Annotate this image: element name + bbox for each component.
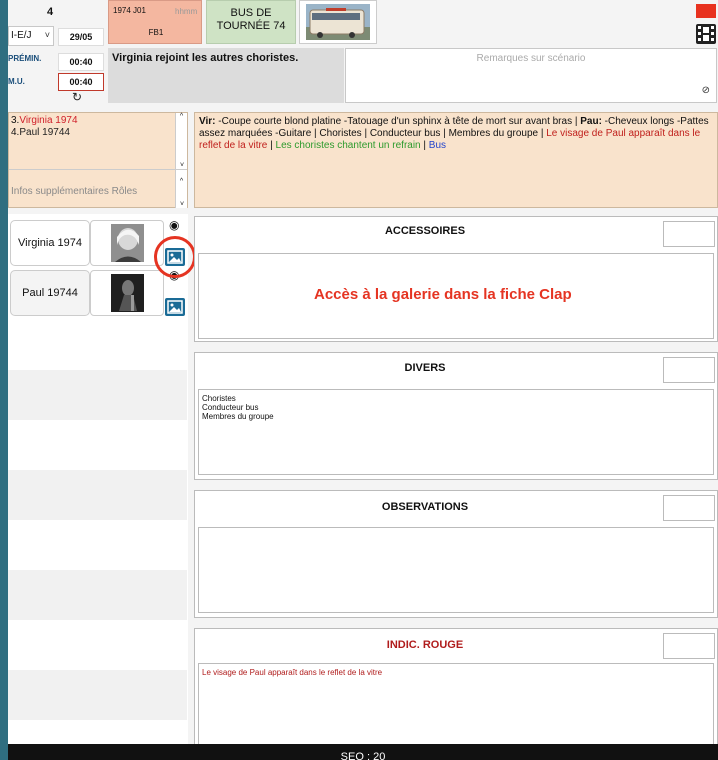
section-counter[interactable] — [663, 495, 715, 521]
description-segment: Vir: — [199, 116, 216, 127]
roles-scrollbar[interactable]: ^ ˅ — [175, 113, 187, 169]
sequence-code: 1974 J01 — [113, 6, 146, 15]
extra-roles-placeholder[interactable]: Infos supplémentaires Rôles — [11, 186, 137, 197]
highlight-circle — [154, 236, 196, 278]
description-segment: Pau: — [580, 116, 602, 127]
divider — [9, 169, 187, 170]
cast-photo-virginia[interactable] — [90, 220, 164, 266]
premin-field[interactable]: 00:40 — [58, 53, 104, 71]
roles-description-text: Vir: -Coupe courte blond platine -Tatoua… — [199, 116, 709, 151]
section-counter[interactable] — [663, 221, 715, 247]
indic-line: Le visage de Paul apparaît dans le refle… — [202, 668, 383, 677]
scroll-up-icon[interactable]: ^ — [176, 113, 187, 120]
mu-field[interactable]: 00:40 — [58, 73, 104, 91]
section-divers: DIVERS Choristes Conducteur bus Membres … — [194, 352, 718, 480]
remarks-placeholder: Remarques sur scénario — [476, 53, 586, 64]
divers-line: Conducteur bus — [202, 403, 259, 412]
section-counter[interactable] — [663, 633, 715, 659]
sequence-label: SEQ : 20 — [340, 751, 386, 760]
annotation-label: Accès à la galerie dans la fiche Clap — [314, 286, 572, 303]
roles-list[interactable]: 3.Virginia 1974 4.Paul 19744 ^ ˅ Infos s… — [8, 112, 188, 208]
section-observations: OBSERVATIONS — [194, 490, 718, 618]
description-segment: Les choristes chantent un refrain — [275, 140, 421, 151]
role-name: Paul 19744 — [19, 127, 70, 138]
durations-block: PRÉMIN. 00:40 M.U. 00:40 ↻ — [8, 48, 108, 108]
red-flag-icon[interactable] — [696, 4, 716, 18]
section-content[interactable]: Choristes Conducteur bus Membres du grou… — [198, 389, 714, 475]
scene-number: 4 — [46, 6, 54, 18]
scene-block: 4 I-E/J ˅ 29/05 — [8, 0, 108, 48]
sequence-block[interactable]: 1974 J01 hhmm FB1 — [108, 0, 202, 44]
interior-exterior-value: I-E/J — [11, 30, 32, 41]
scroll-up-icon[interactable]: ^ — [176, 178, 187, 185]
divers-line: Choristes — [202, 394, 236, 403]
extra-scrollbar[interactable]: ^ ˅ — [175, 170, 187, 208]
date-field[interactable]: 29/05 — [58, 28, 104, 46]
description-segment: | — [420, 140, 429, 151]
section-content[interactable]: Le visage de Paul apparaît dans le refle… — [198, 663, 714, 744]
mu-label: M.U. — [8, 77, 25, 86]
section-indic-rouge: INDIC. ROUGE Le visage de Paul apparaît … — [194, 628, 718, 744]
divers-line: Membres du groupe — [202, 412, 274, 421]
description-segment: Bus — [428, 140, 447, 151]
chevron-down-icon: ˅ — [44, 30, 50, 40]
role-entry-0[interactable]: 3.Virginia 1974 — [11, 115, 78, 127]
eye-slash-icon[interactable]: ⊘ — [702, 85, 710, 96]
interior-exterior-select[interactable]: I-E/J ˅ — [8, 26, 54, 46]
gallery-icon[interactable] — [165, 298, 185, 316]
scene-summary[interactable]: Virginia rejoint les autres choristes. — [108, 48, 344, 103]
set-code: FB1 — [148, 28, 164, 37]
section-counter[interactable] — [663, 357, 715, 383]
section-content[interactable] — [198, 527, 714, 613]
refresh-icon[interactable]: ↻ — [72, 90, 82, 104]
section-title: INDIC. ROUGE — [386, 639, 464, 651]
location-block[interactable]: BUS DE TOURNÉE 74 — [206, 0, 296, 44]
portrait-icon — [111, 274, 144, 312]
section-title: DIVERS — [404, 362, 446, 374]
clap-sheet: 4 I-E/J ˅ 29/05 1974 J01 hhmm FB1 BUS DE… — [8, 0, 718, 744]
section-title: ACCESSOIRES — [384, 225, 466, 237]
cast-column: Virginia 1974 ◉ Paul 19744 ◉ — [8, 214, 188, 744]
remarks-field[interactable]: Remarques sur scénario ⊘ — [345, 48, 717, 103]
cast-name-paul[interactable]: Paul 19744 — [10, 270, 90, 316]
scroll-down-icon[interactable]: ˅ — [176, 201, 188, 208]
target-icon[interactable]: ◉ — [169, 218, 179, 232]
film-icon[interactable] — [696, 24, 716, 44]
location-photo[interactable] — [299, 0, 377, 44]
bus-photo-icon — [300, 1, 376, 43]
description-segment: -Coupe courte blond platine -Tatouage d'… — [215, 116, 581, 127]
roles-description[interactable]: Vir: -Coupe courte blond platine -Tatoua… — [194, 112, 718, 208]
cast-name-virginia[interactable]: Virginia 1974 — [10, 220, 90, 266]
role-name: Virginia 1974 — [19, 115, 78, 126]
role-entry-1[interactable]: 4.Paul 19744 — [11, 127, 70, 139]
cast-photo-paul[interactable] — [90, 270, 164, 316]
premin-label: PRÉMIN. — [8, 54, 42, 63]
section-title: OBSERVATIONS — [381, 501, 469, 513]
section-accessoires: ACCESSOIRES — [194, 216, 718, 342]
time-placeholder: hhmm — [175, 7, 198, 16]
description-segment: | — [267, 140, 276, 151]
portrait-icon — [111, 224, 144, 262]
sequence-footer: SEQ : 20 — [8, 744, 718, 760]
scroll-down-icon[interactable]: ˅ — [176, 162, 188, 169]
